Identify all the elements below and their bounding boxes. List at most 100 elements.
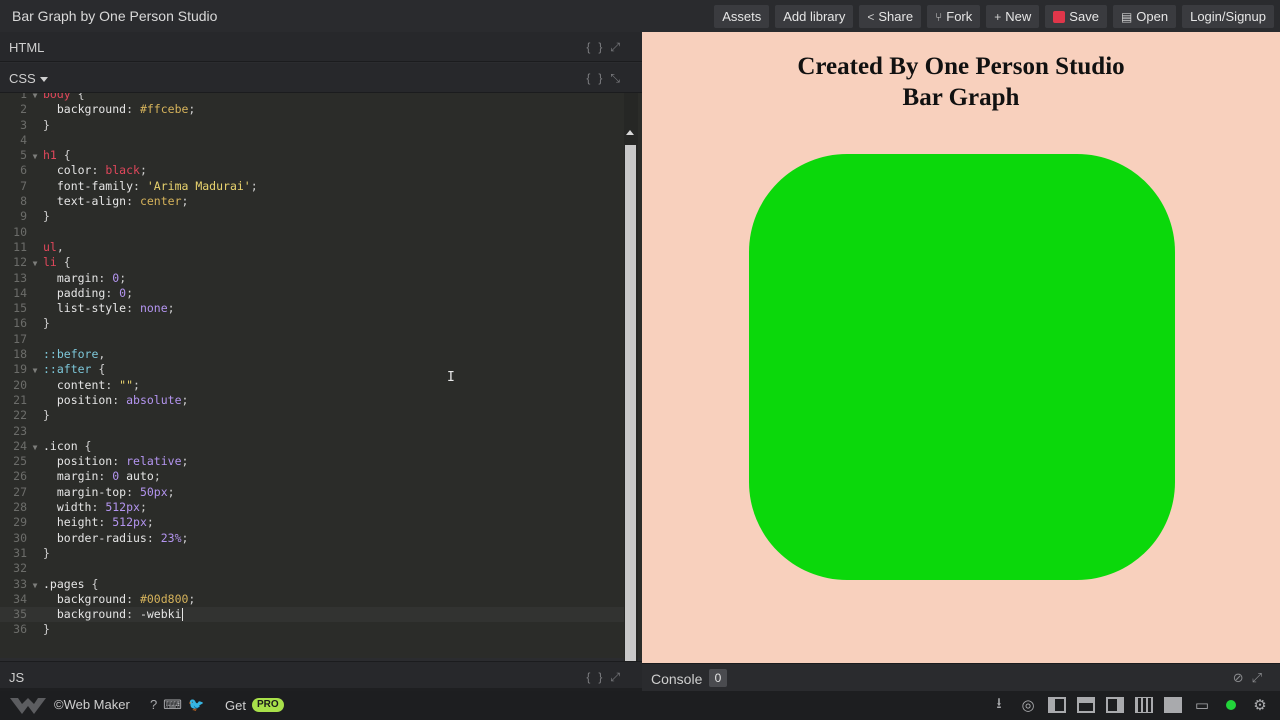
code-line[interactable]: 30 border-radius: 23%; [0,531,624,546]
layout-1-icon[interactable] [1047,695,1067,715]
new-button[interactable]: + New [986,5,1040,28]
console-tools[interactable]: ⊘⤢ [1233,670,1270,686]
expand-icon[interactable]: ⤢ [610,670,628,684]
layout-3-icon[interactable] [1105,695,1125,715]
code-line[interactable]: 16} [0,316,624,331]
share-button[interactable]: < Share [859,5,922,28]
code-token: ; [139,163,147,178]
green-icon-box [749,154,1175,580]
code-line[interactable]: 7 font-family: 'Arima Madurai'; [0,179,624,194]
layout-full-icon[interactable] [1163,695,1183,715]
code-line[interactable]: 31} [0,546,624,561]
layout-4-icon[interactable] [1134,695,1154,715]
fold-arrow-icon[interactable]: ▼ [27,440,43,455]
js-pane-header[interactable]: JS {}⤢ [0,661,642,688]
code-line[interactable]: 35 background: -webki [0,607,624,623]
scroll-up-arrow-icon[interactable] [626,130,634,135]
code-line[interactable]: 9} [0,209,624,224]
save-button[interactable]: Save [1045,5,1107,28]
code-line[interactable]: 10 [0,225,624,240]
code-line[interactable]: 20 content: ""; [0,378,624,393]
code-line[interactable]: 12 ▼ li { [0,255,624,270]
code-line[interactable]: 1 ▼ body { [0,93,624,102]
fold-arrow-icon[interactable]: ▼ [27,256,43,271]
download-icon[interactable]: ⭳ [989,695,1009,715]
screen-icon[interactable]: ▭ [1192,695,1212,715]
code-line[interactable]: 24 ▼ .icon { [0,439,624,454]
line-number: 10 [13,224,27,239]
code-line[interactable]: 26 margin: 0 auto; [0,469,624,484]
code-line[interactable]: 25 position: relative; [0,454,624,469]
code-line[interactable]: 2 background: #ffcebe; [0,102,624,117]
expand-icon[interactable]: ⤢ [610,40,628,54]
expand-icon[interactable]: ⤢ [1252,670,1270,685]
code-token: , [56,239,64,254]
add-library-button[interactable]: Add library [775,5,854,28]
line-number: 2 [20,102,27,117]
code-line[interactable]: 22} [0,408,624,423]
chevron-down-icon[interactable] [39,77,48,83]
css-pane-header[interactable]: CSS {}⤡ [0,63,642,93]
code-line[interactable]: 32 [0,561,624,576]
code-line[interactable]: 13 margin: 0; [0,271,624,286]
gear-icon[interactable]: ⚙ [1250,695,1270,715]
collapse-icon[interactable]: ⤡ [610,71,628,85]
line-number: 25 [13,454,27,469]
code-line[interactable]: 21 position: absolute; [0,393,624,408]
code-token: .icon [43,438,78,453]
braces-icon[interactable]: {} [586,71,610,85]
code-line[interactable]: 6 color: black; [0,163,624,178]
login-button[interactable]: Login/Signup [1182,5,1274,28]
clear-console-icon[interactable]: ⊘ [1233,670,1252,685]
brand-name[interactable]: ©Web Maker [54,697,130,712]
scrollbar-thumb[interactable] [625,145,636,675]
twitter-icon[interactable]: 🐦 [188,697,210,712]
code-line[interactable]: 18::before, [0,347,624,362]
code-line[interactable]: 23 [0,424,624,439]
code-line[interactable]: 15 list-style: none; [0,301,624,316]
css-code-editor[interactable]: 1 ▼ body {2 background: #ffcebe; 3} 4 5 ▼ h1 {6… [0,93,642,658]
code-line[interactable]: 29 height: 512px; [0,515,624,530]
fold-arrow-icon[interactable]: ▼ [27,149,43,164]
code-line[interactable]: 34 background: #00d800; [0,592,624,607]
html-pane-header[interactable]: HTML {}⤢ [0,32,642,62]
code-line[interactable]: 4 [0,133,624,148]
get-pro-text[interactable]: Get [225,698,246,713]
code-token: absolute [126,392,182,407]
editor-column: HTML {}⤢ CSS {}⤡ 1 ▼ body {2 background: #… [0,32,642,688]
html-pane-tools[interactable]: {}⤢ [586,40,628,55]
code-token: 'Arima Madurai' [146,178,251,193]
assets-button[interactable]: Assets [714,5,770,28]
notification-icon[interactable] [1221,695,1241,715]
console-bar[interactable]: Console 0 ⊘⤢ [642,663,1280,691]
code-line[interactable]: 36} [0,622,624,637]
code-line[interactable]: 11 ul, [0,240,624,255]
pro-badge[interactable]: PRO [252,698,284,712]
code-line[interactable]: 17 [0,332,624,347]
fork-button[interactable]: ⑂ Fork [927,5,981,28]
fold-arrow-icon[interactable]: ▼ [27,363,43,378]
code-line[interactable]: 5 ▼ h1 { [0,148,624,163]
code-token: : [105,285,120,300]
code-line[interactable]: 28 width: 512px; [0,500,624,515]
open-button[interactable]: ▤ Open [1112,5,1177,28]
fold-arrow-icon[interactable]: ▼ [27,578,43,593]
code-line[interactable]: 33 ▼ .pages { [0,577,624,592]
js-pane-tools[interactable]: {}⤢ [586,670,628,685]
code-line[interactable]: 8 text-align: center; [0,194,624,209]
code-line[interactable]: 19 ▼::after { [0,362,624,377]
keyboard-icon[interactable]: ⌨ [163,697,188,712]
code-line[interactable]: 27 margin-top: 50px; [0,485,624,500]
braces-icon[interactable]: {} [586,670,610,684]
settings-circle-icon[interactable]: ◎ [1018,695,1038,715]
code-token: ; [188,591,196,606]
css-pane-tools[interactable]: {}⤡ [586,71,628,86]
web-maker-logo[interactable] [10,698,50,714]
layout-2-icon[interactable] [1076,695,1096,715]
braces-icon[interactable]: {} [586,40,610,54]
help-icon[interactable]: ? [150,697,163,712]
code-line[interactable]: 14 padding: 0; [0,286,624,301]
code-line[interactable]: 3} [0,118,624,133]
code-token: } [43,408,50,423]
line-number: 22 [13,408,27,423]
